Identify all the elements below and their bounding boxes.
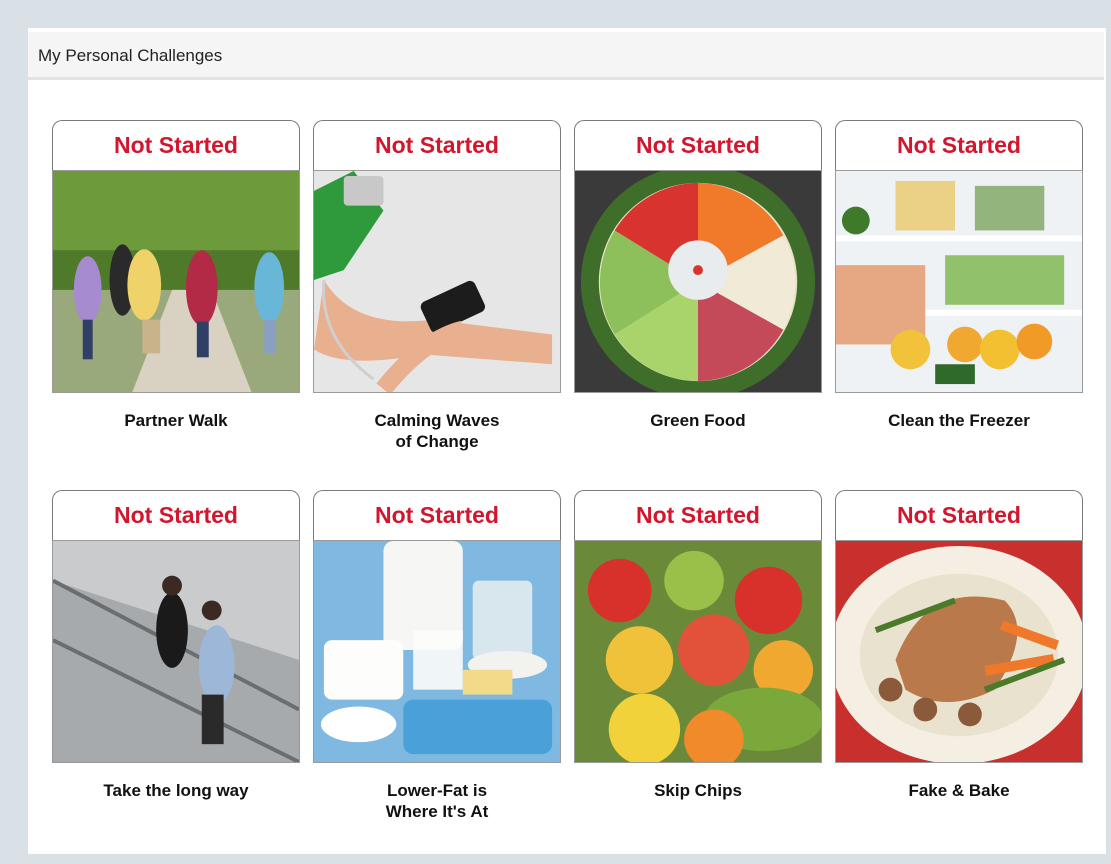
- status-label: Not Started: [574, 120, 822, 170]
- challenge-title[interactable]: Partner Walk: [52, 410, 300, 431]
- challenge-card[interactable]: Not Started Clean the Freezer: [835, 120, 1083, 490]
- challenge-card[interactable]: Not Started Partner Walk: [52, 120, 300, 490]
- challenge-title[interactable]: Fake & Bake: [835, 780, 1083, 801]
- challenge-grid: Not Started Partner Walk Not Started Cal…: [52, 120, 1083, 860]
- challenge-title[interactable]: Skip Chips: [574, 780, 822, 801]
- fridge-photo[interactable]: [835, 170, 1083, 393]
- status-label: Not Started: [574, 490, 822, 540]
- stairs-photo[interactable]: [52, 540, 300, 763]
- challenge-title[interactable]: Take the long way: [52, 780, 300, 801]
- status-label: Not Started: [313, 490, 561, 540]
- challenge-title[interactable]: Lower-Fat is Where It's At: [313, 780, 561, 822]
- status-label: Not Started: [52, 490, 300, 540]
- status-label: Not Started: [52, 120, 300, 170]
- challenge-card[interactable]: Not Started Lower-Fat is Where It's At: [313, 490, 561, 860]
- panel-title: My Personal Challenges: [38, 46, 223, 65]
- walking-group-photo[interactable]: [52, 170, 300, 393]
- status-label: Not Started: [835, 490, 1083, 540]
- veggie-platter-photo[interactable]: [574, 170, 822, 393]
- challenge-title[interactable]: Calming Waves of Change: [313, 410, 561, 452]
- panel-header: My Personal Challenges: [28, 32, 1104, 80]
- challenge-card[interactable]: Not Started Take the long way: [52, 490, 300, 860]
- challenge-card[interactable]: Not Started Calming Waves of Change: [313, 120, 561, 490]
- challenge-title[interactable]: Clean the Freezer: [835, 410, 1083, 431]
- challenge-card[interactable]: Not Started Green Food: [574, 120, 822, 490]
- blood-pressure-photo[interactable]: [313, 170, 561, 393]
- fruit-photo[interactable]: [574, 540, 822, 763]
- challenge-card[interactable]: Not Started Skip Chips: [574, 490, 822, 860]
- challenges-panel: My Personal Challenges Not Started Partn…: [28, 28, 1106, 854]
- challenge-card[interactable]: Not Started Fake & Bake: [835, 490, 1083, 860]
- dairy-photo[interactable]: [313, 540, 561, 763]
- status-label: Not Started: [835, 120, 1083, 170]
- chicken-dish-photo[interactable]: [835, 540, 1083, 763]
- challenge-title[interactable]: Green Food: [574, 410, 822, 431]
- status-label: Not Started: [313, 120, 561, 170]
